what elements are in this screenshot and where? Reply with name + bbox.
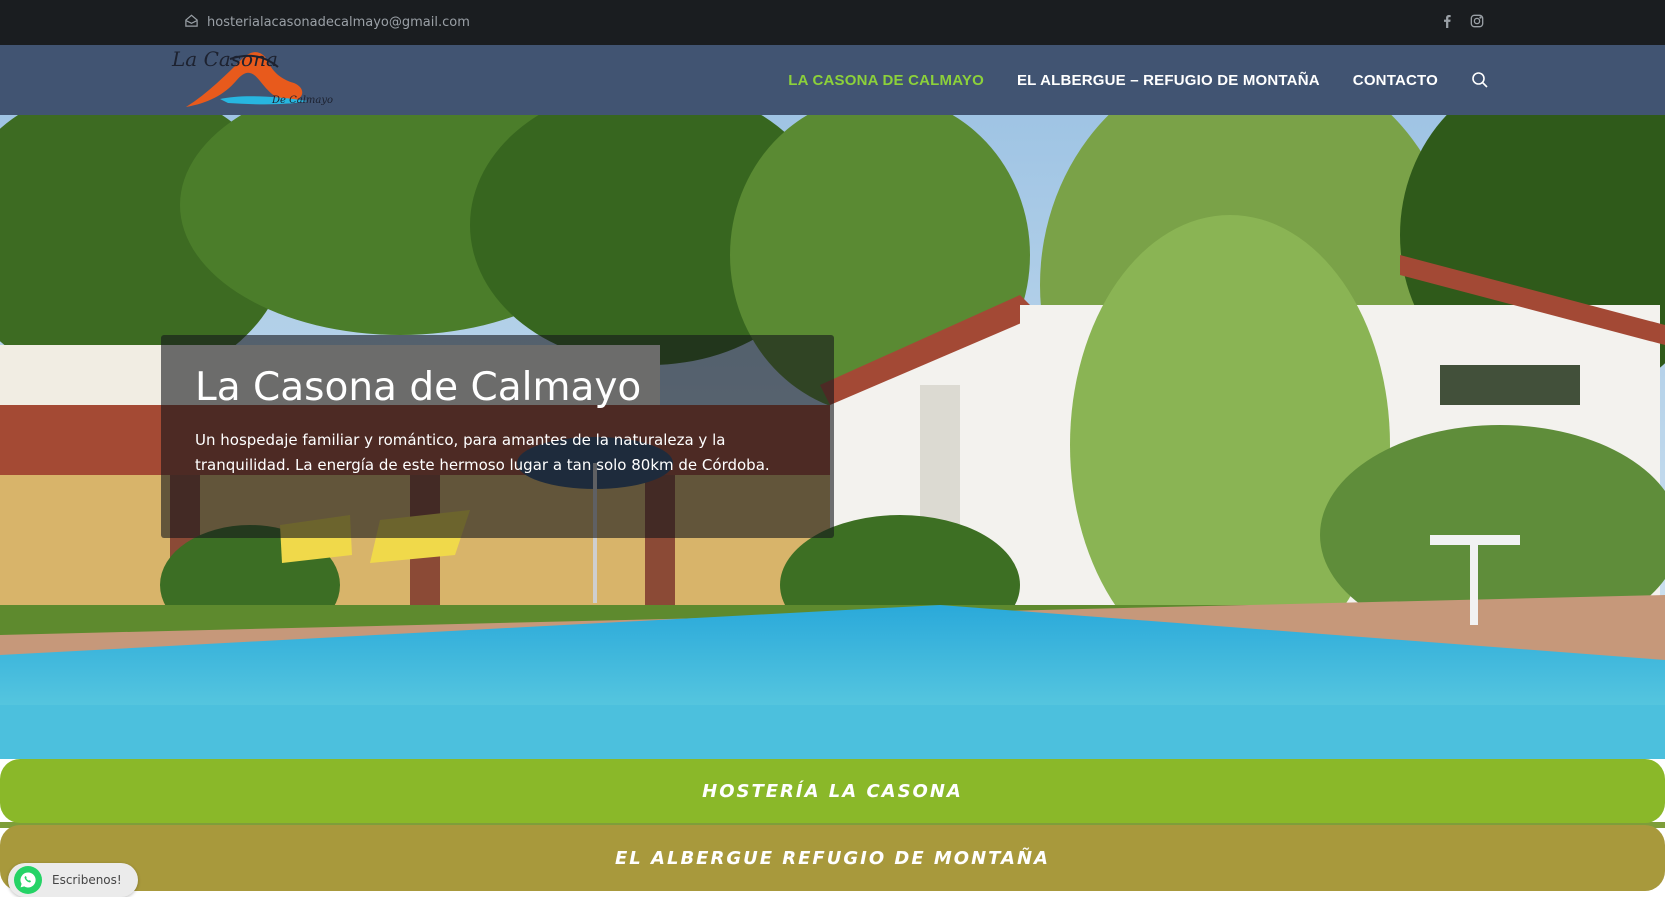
whatsapp-icon — [14, 866, 42, 894]
nav-item-la-casona[interactable]: LA CASONA DE CALMAYO — [788, 72, 984, 89]
logo-text-sub: De Calmayo — [272, 95, 334, 106]
whatsapp-chat-button[interactable]: Escribenos! — [8, 863, 138, 897]
category-button-albergue[interactable]: EL ALBERGUE REFUGIO DE MONTAÑA — [0, 825, 1665, 891]
whatsapp-label: Escribenos! — [52, 873, 122, 887]
email-text: hosterialacasonadecalmayo@gmail.com — [207, 15, 470, 30]
hero-caption: La Casona de Calmayo Un hospedaje famili… — [161, 335, 834, 538]
primary-nav: LA CASONA DE CALMAYO EL ALBERGUE – REFUG… — [788, 45, 1489, 115]
category-label: EL ALBERGUE REFUGIO DE MONTAÑA — [615, 847, 1050, 869]
hero-title: La Casona de Calmayo — [195, 365, 642, 410]
email-link[interactable]: hosterialacasonadecalmayo@gmail.com — [184, 13, 470, 32]
category-label: HOSTERÍA LA CASONA — [702, 780, 963, 802]
main-header: La Casona De Calmayo LA CASONA DE CALMAY… — [0, 45, 1665, 115]
social-links — [1439, 13, 1485, 29]
site-logo[interactable]: La Casona De Calmayo — [168, 45, 346, 115]
search-icon[interactable] — [1471, 71, 1489, 89]
home-icon — [184, 13, 199, 32]
hero-section: La Casona de Calmayo Un hospedaje famili… — [0, 115, 1665, 759]
nav-item-contacto[interactable]: CONTACTO — [1353, 72, 1438, 89]
hero-description: Un hospedaje familiar y romántico, para … — [195, 431, 770, 474]
instagram-icon[interactable] — [1469, 13, 1485, 29]
category-button-hosteria[interactable]: HOSTERÍA LA CASONA — [0, 759, 1665, 823]
logo-text-main: La Casona — [172, 47, 278, 71]
facebook-icon[interactable] — [1439, 13, 1455, 29]
top-bar: hosterialacasonadecalmayo@gmail.com — [0, 0, 1665, 45]
page: hosterialacasonadecalmayo@gmail.com La C… — [0, 0, 1665, 897]
nav-item-el-albergue[interactable]: EL ALBERGUE – REFUGIO DE MONTAÑA — [1017, 72, 1320, 89]
